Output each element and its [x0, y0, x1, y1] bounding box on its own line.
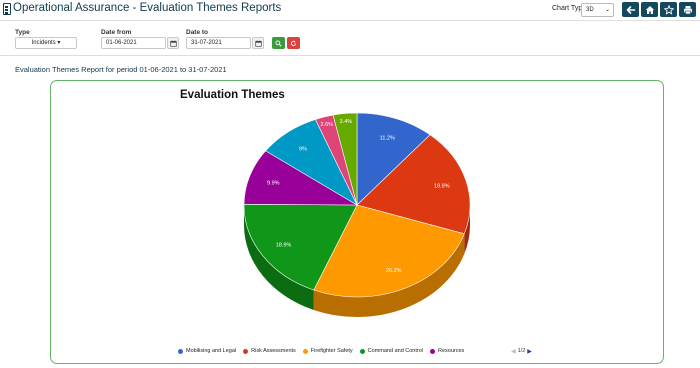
- page-title: Operational Assurance - Evaluation Theme…: [13, 2, 282, 14]
- date-to-input[interactable]: 31-07-2021: [186, 37, 251, 49]
- legend-swatch: [178, 348, 183, 354]
- legend-page-label: 1/2: [517, 348, 526, 354]
- back-button[interactable]: [622, 2, 639, 17]
- type-select[interactable]: Incidents ▾: [15, 37, 77, 49]
- pie-slice-label-2: 26.2%: [386, 268, 402, 274]
- type-label: Type: [15, 29, 30, 36]
- chart-title: Evaluation Themes: [180, 89, 285, 101]
- legend-item-2[interactable]: Firefighter Safety: [302, 348, 353, 354]
- legend-label: Mobilising and Legal: [186, 348, 237, 354]
- date-from-input[interactable]: 01-06-2021: [101, 37, 166, 49]
- chevron-down-icon: ⌄: [604, 7, 610, 13]
- search-icon: [275, 40, 282, 47]
- home-icon: [645, 5, 654, 14]
- legend-swatch: [302, 348, 308, 354]
- date-from-calendar-button[interactable]: [167, 37, 179, 49]
- chart-type-select[interactable]: 3D ⌄: [581, 3, 614, 17]
- pie-slice-label-1: 18.9%: [434, 184, 450, 190]
- pager-next-icon[interactable]: ▶: [527, 348, 532, 355]
- calendar-icon: [169, 39, 177, 47]
- pie-slice-label-0: 11.2%: [380, 136, 395, 142]
- filter-divider: [0, 55, 700, 56]
- search-button[interactable]: [272, 37, 285, 49]
- pie-slice-label-4: 9.9%: [267, 181, 280, 187]
- pager-prev-icon[interactable]: ◀: [511, 348, 516, 355]
- legend-label: Risk Assessments: [251, 348, 296, 354]
- pie-slice-label-5: 9%: [299, 146, 307, 152]
- header-divider: [0, 20, 700, 21]
- chart-type-value: 3D: [586, 7, 594, 13]
- home-button[interactable]: [641, 2, 658, 17]
- caret-down-icon: ▾: [57, 40, 61, 46]
- legend-label: Resources: [438, 348, 465, 354]
- date-from-label: Date from: [101, 29, 132, 36]
- report-icon: [3, 3, 11, 15]
- refresh-icon: [290, 40, 297, 46]
- legend-swatch: [243, 348, 249, 354]
- legend-pager[interactable]: ◀ 1/2 ▶: [511, 346, 532, 356]
- calendar-icon: [254, 39, 262, 47]
- pie-slice-label-6: 2.6%: [320, 122, 333, 128]
- reset-button[interactable]: [287, 37, 300, 49]
- legend-item-3[interactable]: Command and Control: [359, 348, 424, 354]
- legend-item-4[interactable]: Resources: [430, 348, 464, 354]
- pie-slice-label-7: 3.4%: [340, 119, 353, 125]
- printer-icon: [683, 5, 692, 14]
- pie-chart: 11.2% 18.9% 26.2% 18.9% 9.9% 9% 2.6% 3.4%: [243, 112, 471, 317]
- favourite-button[interactable]: [660, 2, 677, 17]
- arrow-left-icon: [626, 5, 635, 14]
- date-to-label: Date to: [186, 29, 209, 36]
- legend-swatch: [430, 348, 436, 354]
- legend-label: Command and Control: [367, 348, 424, 354]
- star-icon: [663, 4, 674, 15]
- report-heading: Evaluation Themes Report for period 01-0…: [15, 65, 227, 74]
- header-bar: Operational Assurance - Evaluation Theme…: [0, 0, 700, 20]
- type-value: Incidents: [31, 40, 56, 46]
- legend-swatch: [359, 348, 365, 354]
- legend-item-1[interactable]: Risk Assessments: [243, 348, 296, 354]
- print-button[interactable]: [679, 2, 696, 17]
- chart-legend: Mobilising and Legal Risk Assessments Fire…: [178, 346, 471, 356]
- date-to-calendar-button[interactable]: [252, 37, 264, 49]
- pie-slice-label-3: 18.9%: [276, 243, 292, 249]
- legend-label: Firefighter Safety: [310, 348, 353, 354]
- legend-item-0[interactable]: Mobilising and Legal: [178, 348, 236, 354]
